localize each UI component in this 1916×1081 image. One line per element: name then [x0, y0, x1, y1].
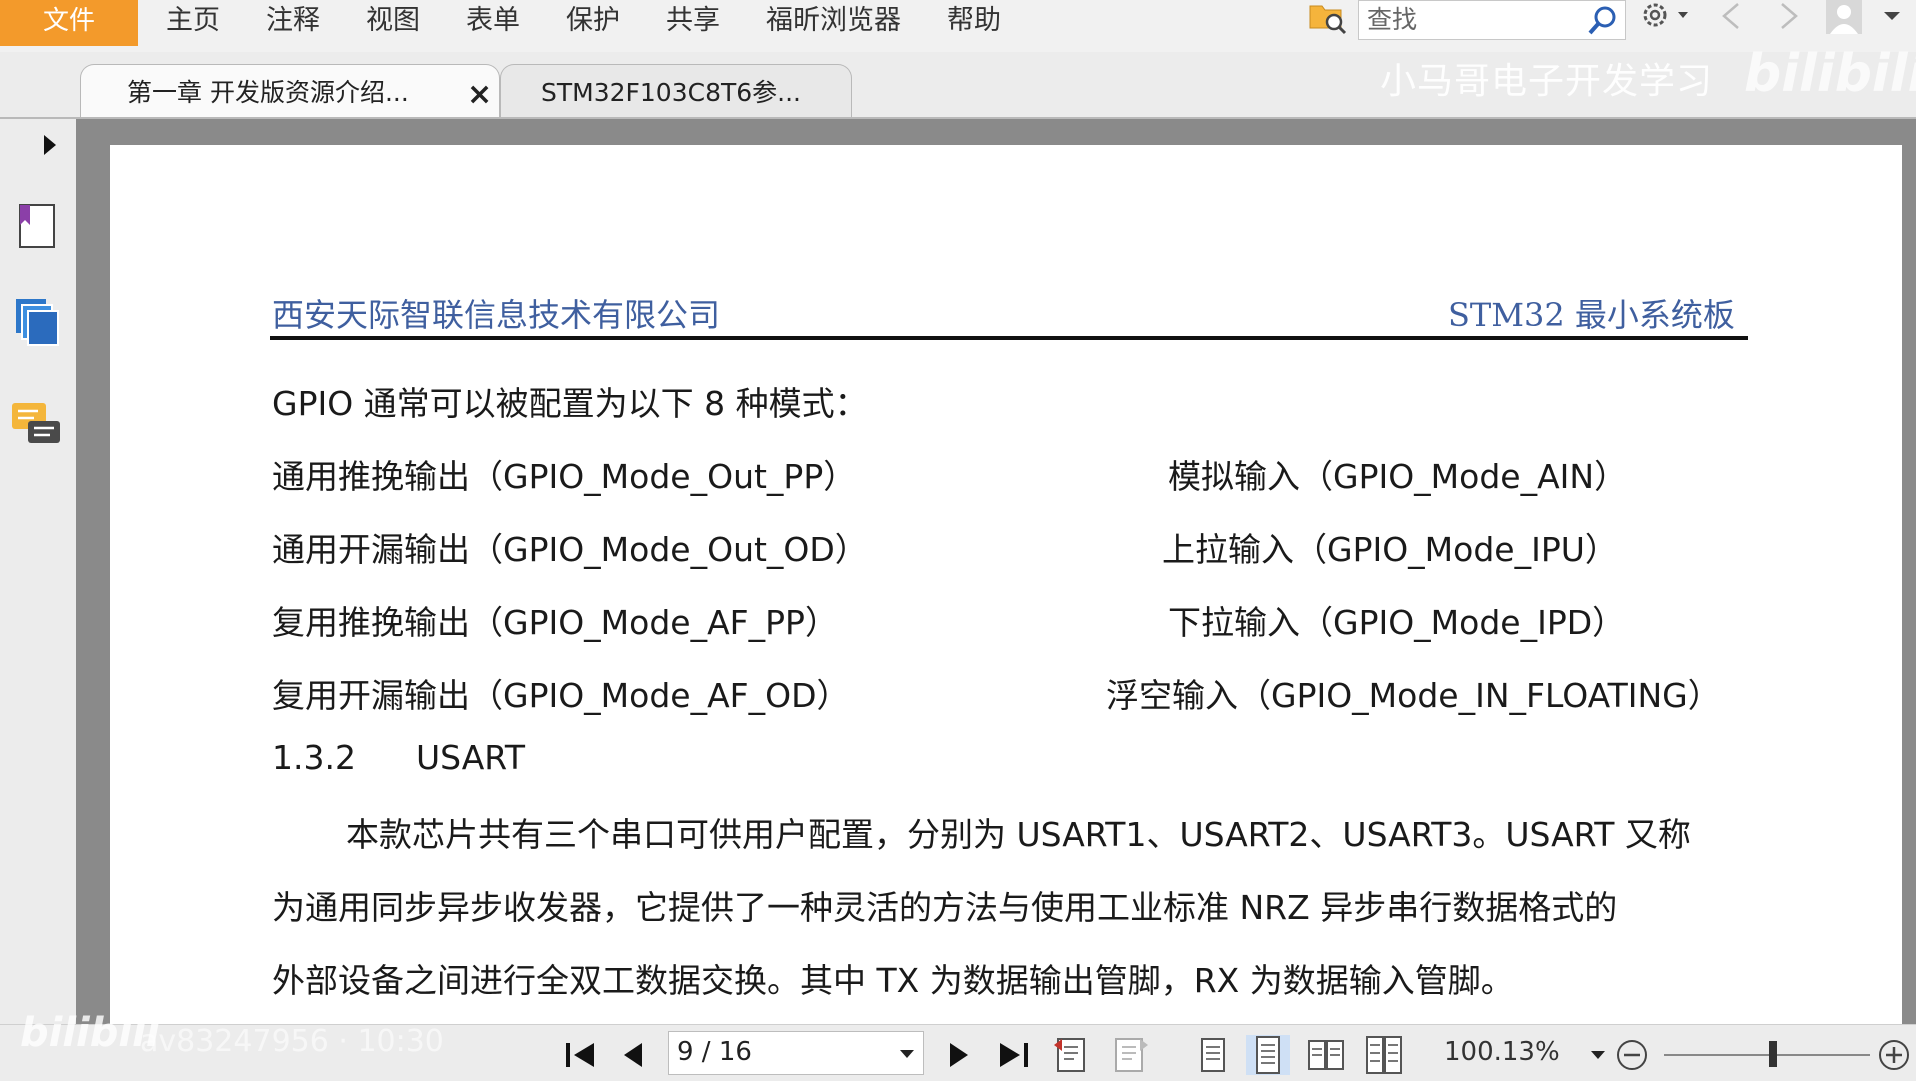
- previous-page-icon[interactable]: [618, 1035, 648, 1075]
- previous-view-icon[interactable]: [1052, 1035, 1092, 1075]
- gpio-mode-left-1: 通用推挽输出（GPIO_Mode_Out_PP）: [272, 457, 857, 496]
- menu-home[interactable]: 主页: [166, 0, 220, 46]
- search-input[interactable]: [1359, 1, 1595, 37]
- menu-bar: 文件 主页 注释 视图 表单 保护 共享 福昕浏览器 帮助: [0, 0, 1916, 52]
- single-page-view-icon[interactable]: [1196, 1035, 1230, 1075]
- bookmark-icon[interactable]: [10, 197, 66, 253]
- menu-items: 主页 注释 视图 表单 保护 共享 福昕浏览器 帮助: [138, 0, 1001, 46]
- gpio-mode-right-1: 模拟输入（GPIO_Mode_AIN）: [1168, 457, 1628, 496]
- gpio-mode-right-4: 浮空输入（GPIO_Mode_IN_FLOATING）: [1106, 676, 1721, 715]
- section-title: USART: [416, 738, 525, 777]
- watermark-text: 小马哥电子开发学习: [1380, 61, 1714, 102]
- gpio-mode-left-3: 复用推挽输出（GPIO_Mode_AF_PP）: [272, 603, 838, 642]
- user-avatar-icon[interactable]: [1824, 0, 1864, 36]
- menu-form[interactable]: 表单: [466, 0, 520, 46]
- next-view-icon[interactable]: [1110, 1035, 1150, 1075]
- menu-share[interactable]: 共享: [666, 0, 720, 46]
- navigation-panel: [0, 119, 84, 1019]
- zoom-out-icon[interactable]: [1614, 1035, 1650, 1075]
- comments-icon[interactable]: [10, 397, 66, 453]
- search-icon[interactable]: [1587, 5, 1619, 37]
- back-arrow-icon[interactable]: [1716, 0, 1746, 36]
- tab-close-icon[interactable]: ×: [467, 67, 492, 118]
- usart-paragraph-line-3: 外部设备之间进行全双工数据交换。其中 TX 为数据输出管脚，RX 为数据输入管脚…: [272, 961, 1514, 1000]
- tab-label: STM32F103C8T6参...: [541, 78, 801, 107]
- gpio-mode-right-3: 下拉输入（GPIO_Mode_IPD）: [1168, 603, 1626, 642]
- menu-view[interactable]: 视图: [366, 0, 420, 46]
- section-number: 1.3.2: [272, 738, 356, 777]
- zoom-dropdown-icon[interactable]: [1588, 1035, 1608, 1075]
- watermark-logo: bilibili: [1744, 44, 1916, 104]
- header-rule: [270, 336, 1748, 340]
- tab-label: 第一章 开发版资源介绍...: [127, 78, 409, 107]
- menu-help[interactable]: 帮助: [947, 0, 1001, 46]
- continuous-facing-view-icon[interactable]: [1364, 1035, 1404, 1075]
- account-dropdown-icon[interactable]: [1880, 0, 1904, 36]
- usart-paragraph-line-2: 为通用同步异步收发器，它提供了一种灵活的方法与使用工业标准 NRZ 异步串行数据…: [272, 888, 1618, 927]
- tab-document-chapter1[interactable]: 第一章 开发版资源介绍... ×: [80, 64, 500, 118]
- last-page-icon[interactable]: [996, 1035, 1034, 1075]
- zoom-in-icon[interactable]: [1876, 1035, 1912, 1075]
- watermark-bottom-logo: bilibili: [20, 1010, 160, 1056]
- zoom-slider-track[interactable]: [1664, 1054, 1870, 1056]
- first-page-icon[interactable]: [560, 1035, 598, 1075]
- gpio-intro-text: GPIO 通常可以被配置为以下 8 种模式：: [272, 384, 868, 423]
- usart-paragraph-line-1: 本款芯片共有三个串口可供用户配置，分别为 USART1、USART2、USART…: [346, 815, 1691, 854]
- menu-protect[interactable]: 保护: [566, 0, 620, 46]
- continuous-view-icon[interactable]: [1246, 1035, 1290, 1075]
- page-header-product: STM32 最小系统板: [1448, 296, 1735, 334]
- find-folder-icon[interactable]: [1308, 0, 1348, 36]
- page-dropdown-icon[interactable]: [897, 1044, 917, 1064]
- forward-arrow-icon[interactable]: [1774, 0, 1804, 36]
- expand-panel-arrow-icon[interactable]: [38, 131, 62, 159]
- zoom-level-text[interactable]: 100.13%: [1444, 1037, 1560, 1067]
- pages-thumbnail-icon[interactable]: [10, 295, 66, 351]
- tab-document-stm32[interactable]: STM32F103C8T6参...: [500, 64, 852, 118]
- next-page-icon[interactable]: [944, 1035, 974, 1075]
- page-number-input[interactable]: [669, 1032, 885, 1072]
- settings-gear-icon[interactable]: [1640, 0, 1692, 36]
- facing-view-icon[interactable]: [1306, 1035, 1346, 1075]
- menu-annotate[interactable]: 注释: [266, 0, 320, 46]
- search-box: [1358, 0, 1626, 40]
- gpio-mode-right-2: 上拉输入（GPIO_Mode_IPU）: [1162, 530, 1618, 569]
- menu-foxit-browser[interactable]: 福昕浏览器: [766, 0, 901, 46]
- file-menu-button[interactable]: 文件: [0, 0, 138, 46]
- watermark-bottom-id: av83247956 · 10:30: [140, 1024, 444, 1059]
- gpio-mode-left-2: 通用开漏输出（GPIO_Mode_Out_OD）: [272, 530, 868, 569]
- page-number-box: [668, 1031, 924, 1075]
- gpio-mode-left-4: 复用开漏输出（GPIO_Mode_AF_OD）: [272, 676, 850, 715]
- zoom-slider-thumb[interactable]: [1769, 1041, 1778, 1067]
- page-header-company: 西安天际智联信息技术有限公司: [272, 296, 721, 334]
